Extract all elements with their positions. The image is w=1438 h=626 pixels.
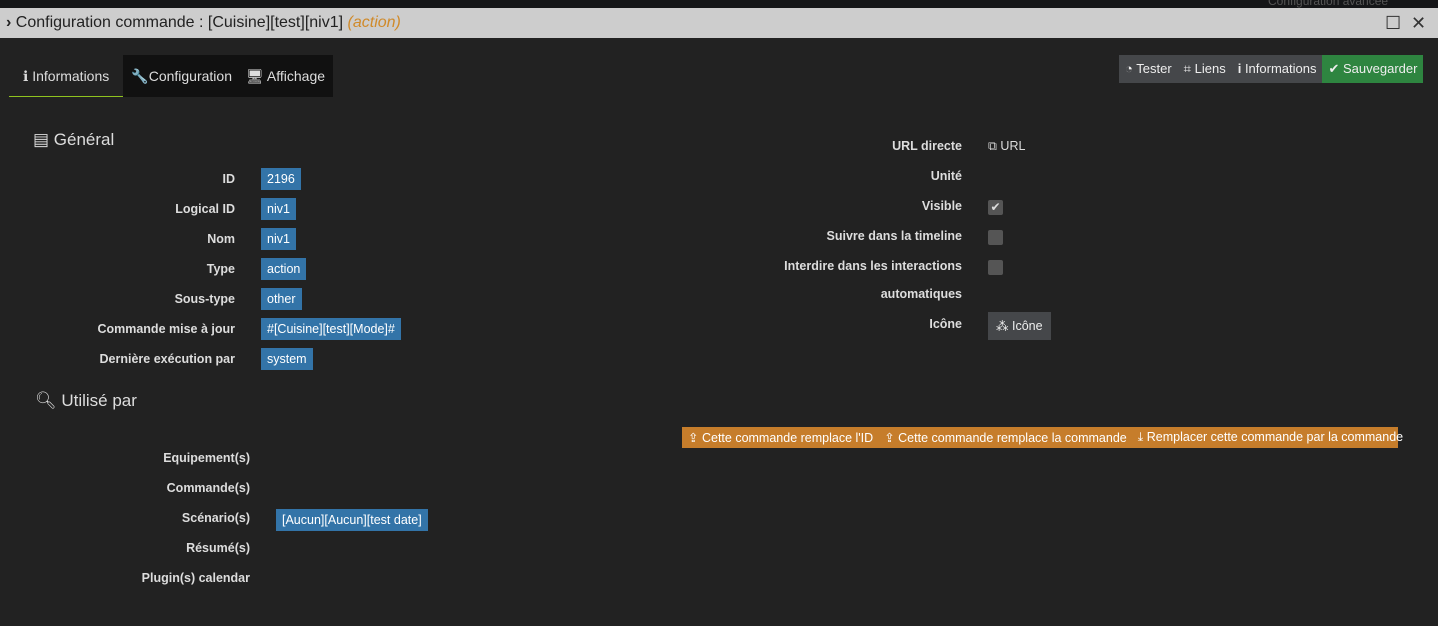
close-icon[interactable]: ✕: [1411, 8, 1426, 38]
timeline-checkbox[interactable]: [988, 230, 1003, 245]
button-label: Liens: [1194, 61, 1226, 76]
wrench-icon: 🔧: [131, 68, 149, 84]
dialog-title: Configuration commande : [Cuisine][test]…: [15, 14, 344, 31]
timeline-label: Suivre dans la timeline: [826, 229, 962, 243]
url-label: URL directe: [892, 139, 962, 153]
tab-label: Affichage: [266, 68, 326, 84]
unit-label: Unité: [930, 169, 962, 183]
equipments-label: Equipement(s): [163, 451, 250, 465]
action-toolbar: ◔ Tester ⌗ Liens i Informations ✔ Sauveg…: [1119, 55, 1424, 83]
rss-icon: ◔: [1125, 61, 1133, 76]
desktop-icon: 🖥: [245, 68, 264, 84]
forbid-interactions-checkbox[interactable]: [988, 260, 1003, 275]
choose-icon-button[interactable]: ⁂ Icône: [988, 312, 1051, 340]
download-icon: ⤓: [1137, 430, 1144, 444]
section-title: Général: [53, 130, 115, 149]
button-label: Remplacer cette commande par la commande: [1146, 430, 1404, 444]
command-type: (action): [347, 14, 401, 31]
button-label: Tester: [1136, 61, 1172, 76]
icon-label: Icône: [929, 317, 962, 331]
links-button[interactable]: ⌗ Liens: [1177, 55, 1232, 83]
button-label: Icône: [1011, 319, 1043, 333]
visible-checkbox[interactable]: ✔: [988, 200, 1003, 215]
scenarios-label: Scénario(s): [181, 511, 250, 525]
info-circle-icon: ℹ: [23, 68, 29, 84]
field-label: Commande mise à jour: [97, 322, 235, 336]
field-label: Sous-type: [174, 292, 235, 306]
advanced-config-link: Configuration avancée: [1268, 0, 1389, 8]
save-button[interactable]: ✔ Sauvegarder: [1322, 55, 1424, 83]
button-label: Cette commande remplace l'ID: [701, 431, 874, 445]
test-button[interactable]: ◔ Tester: [1119, 55, 1178, 83]
field-label: Logical ID: [175, 202, 235, 216]
links-icon: ⌗: [1183, 61, 1191, 76]
tab-label: Informations: [32, 68, 110, 84]
info-icon: i: [1237, 61, 1242, 76]
url-link[interactable]: ⧉ URL: [988, 139, 1025, 154]
button-label: Informations: [1244, 61, 1317, 76]
field-value-update-command: #[Cuisine][test][Mode]#: [261, 318, 401, 340]
replace-id-button[interactable]: ⇪ Cette commande remplace l'ID: [688, 430, 873, 445]
tab-affichage[interactable]: 🖥 Affichage: [233, 55, 334, 97]
plugin-calendar-label: Plugin(s) calendar: [141, 571, 250, 585]
field-label: ID: [222, 172, 236, 186]
upload-icon: ⇪: [688, 431, 699, 445]
replace-by-command-button[interactable]: ⤓ Remplacer cette commande par la comman…: [1138, 430, 1403, 445]
field-value-logical-id: niv1: [261, 198, 296, 220]
summaries-label: Résumé(s): [186, 541, 250, 555]
field-value-id: 2196: [261, 168, 301, 190]
search-icon: 🔍︎: [35, 391, 57, 410]
field-value-last-exec: system: [261, 348, 313, 370]
upload-icon: ⇪: [884, 431, 895, 445]
chevron-right-icon: ›: [6, 14, 12, 31]
external-link-icon: ⧉: [988, 139, 997, 153]
icons-icon: ⁂: [996, 319, 1009, 333]
maximize-icon[interactable]: ☐: [1385, 8, 1401, 38]
visible-label: Visible: [921, 199, 962, 213]
field-label: Nom: [207, 232, 235, 246]
field-label: Type: [206, 262, 235, 276]
field-value-type: action: [261, 258, 307, 280]
replace-command-button[interactable]: ⇪ Cette commande remplace la commande: [884, 430, 1127, 445]
tab-informations[interactable]: ℹ Informations: [9, 55, 124, 97]
check-circle-icon: ✔: [1328, 61, 1340, 76]
tab-configuration[interactable]: 🔧Configuration: [123, 55, 234, 97]
commands-label: Commande(s): [166, 481, 250, 495]
field-value-name: niv1: [261, 228, 296, 250]
section-general: ▤ Général: [33, 130, 114, 150]
url-link-label: URL: [1000, 139, 1026, 153]
forbid-interactions-label: Interdire dans les interactions: [784, 259, 962, 273]
button-label: Cette commande remplace la commande: [898, 431, 1127, 445]
section-used-by: 🔍︎ Utilisé par: [35, 391, 137, 411]
list-icon: ▤: [33, 130, 50, 149]
tab-label: Configuration: [148, 68, 232, 84]
forbid-interactions-label-2: automatiques: [880, 287, 962, 301]
informations-button[interactable]: i Informations: [1231, 55, 1323, 83]
scenario-link[interactable]: [Aucun][Aucun][test date]: [276, 509, 428, 531]
field-label: Dernière exécution par: [99, 352, 235, 366]
field-value-subtype: other: [261, 288, 302, 310]
dialog-title-bar: › Configuration commande : [Cuisine][tes…: [0, 8, 1438, 38]
tab-bar: ℹ Informations 🔧Configuration 🖥 Affichag…: [9, 55, 334, 97]
button-label: Sauvegarder: [1343, 61, 1418, 76]
section-title: Utilisé par: [61, 391, 137, 410]
replace-toolbar: ⇪ Cette commande remplace l'ID ⇪ Cette c…: [682, 427, 1403, 448]
background-header: Configuration avancée: [0, 0, 1438, 8]
